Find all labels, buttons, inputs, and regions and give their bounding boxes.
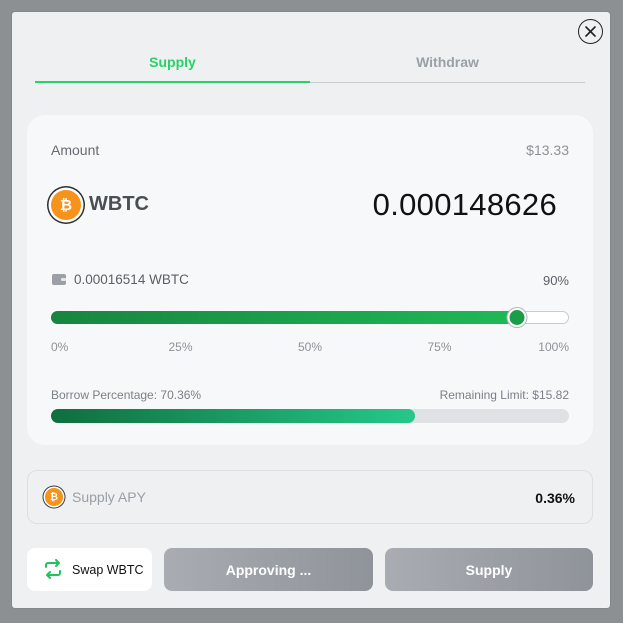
amount-usd-value: $13.33 — [526, 142, 569, 158]
slider-ticks: 0% 25% 50% 75% 100% — [51, 340, 569, 356]
supply-button[interactable]: Supply — [385, 548, 593, 591]
amount-input[interactable]: 0.000148626 — [373, 187, 557, 223]
borrow-progress-bar — [51, 409, 569, 423]
amount-slider[interactable] — [51, 308, 569, 327]
approving-button[interactable]: Approving ... — [164, 548, 373, 591]
slider-tick-label[interactable]: 0% — [51, 340, 68, 354]
slider-tick-label[interactable]: 50% — [298, 340, 322, 354]
supply-apy-label: Supply APY — [72, 489, 146, 505]
bitcoin-icon: ₿ — [51, 190, 81, 220]
slider-tick-label[interactable]: 100% — [538, 340, 569, 354]
borrow-percentage-label: Borrow Percentage: 70.36% — [51, 388, 202, 402]
close-icon — [585, 26, 596, 37]
wallet-icon — [52, 274, 66, 285]
swap-button-label: Swap WBTC — [72, 563, 144, 577]
tab-active-indicator — [35, 81, 310, 83]
slider-tick-label[interactable]: 75% — [427, 340, 451, 354]
amount-card: Amount $13.33 ₿ WBTC 0.000148626 0.00016… — [27, 115, 593, 445]
slider-tick-label[interactable]: 25% — [168, 340, 192, 354]
swap-arrows-icon — [45, 559, 61, 579]
slider-fill — [51, 311, 518, 324]
token-name: WBTC — [89, 193, 149, 215]
wallet-balance: 0.00016514 WBTC — [74, 272, 189, 287]
percent-value: 90% — [542, 273, 569, 288]
slider-thumb[interactable] — [507, 308, 527, 327]
supply-apy-value: 0.36% — [535, 490, 575, 506]
tab-withdraw[interactable]: Withdraw — [310, 40, 585, 83]
tab-supply[interactable]: Supply — [35, 40, 310, 83]
remaining-limit-label: Remaining Limit: $15.82 — [439, 388, 569, 402]
borrow-progress-fill — [51, 409, 416, 423]
supply-apy-row: ₿ Supply APY 0.36% — [27, 470, 593, 524]
bitcoin-icon: ₿ — [45, 488, 63, 506]
amount-label: Amount — [51, 142, 100, 158]
swap-button[interactable]: Swap WBTC — [27, 548, 152, 591]
tab-bar: Supply Withdraw — [35, 40, 585, 83]
